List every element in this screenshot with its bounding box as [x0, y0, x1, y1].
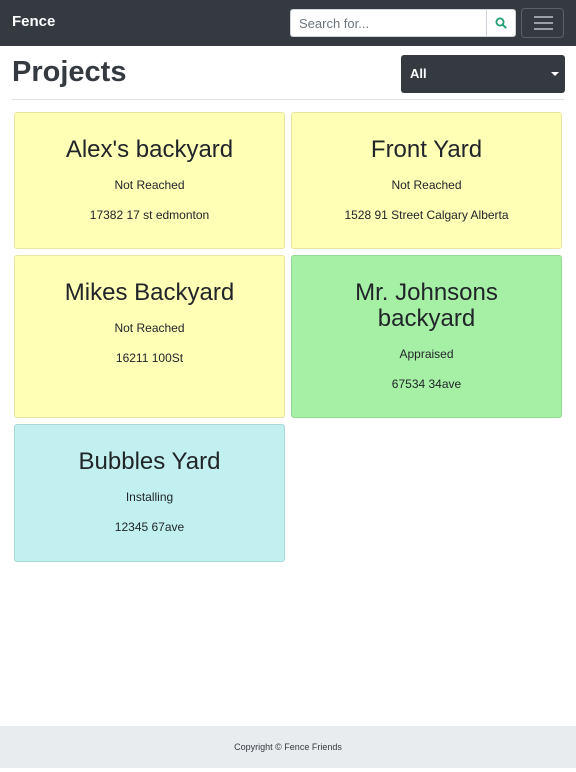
- header-divider: [12, 99, 564, 100]
- brand-link[interactable]: Fence: [12, 13, 55, 31]
- project-name: Mr. Johnsons backyard: [355, 279, 498, 332]
- project-name: Mikes Backyard: [64, 279, 235, 306]
- project-address: 12345 67ave: [114, 520, 185, 534]
- project-card[interactable]: Bubbles Yard Installing 12345 67ave: [14, 424, 285, 562]
- page-title: Projects: [12, 56, 127, 88]
- project-card[interactable]: Front Yard Not Reached 1528 91 Street Ca…: [291, 112, 562, 249]
- navbar: Fence: [0, 0, 576, 46]
- project-status: Not Reached: [114, 321, 185, 335]
- project-address: 16211 100St: [115, 351, 184, 365]
- search-input[interactable]: [290, 9, 486, 37]
- project-address: 67534 34ave: [391, 377, 462, 391]
- project-address: 1528 91 Street Calgary Alberta: [344, 208, 509, 222]
- project-name: Alex's backyard: [65, 136, 234, 163]
- project-status: Not Reached: [391, 178, 462, 192]
- project-card[interactable]: Mr. Johnsons backyard Appraised 67534 34…: [291, 255, 562, 418]
- project-card[interactable]: Mikes Backyard Not Reached 16211 100St: [14, 255, 285, 418]
- search-icon: [495, 17, 507, 29]
- footer: Copyright © Fence Friends: [0, 726, 576, 768]
- search-button[interactable]: [486, 9, 516, 37]
- project-name: Bubbles Yard: [78, 448, 221, 475]
- project-status: Not Reached: [114, 178, 185, 192]
- project-status: Installing: [125, 490, 174, 504]
- project-name: Front Yard: [370, 136, 483, 163]
- project-address: 17382 17 st edmonton: [89, 208, 210, 222]
- search-form: [290, 9, 517, 37]
- status-filter-value: All: [410, 66, 427, 81]
- project-status: Appraised: [399, 347, 454, 361]
- navbar-toggle-button[interactable]: [521, 8, 564, 38]
- project-card[interactable]: Alex's backyard Not Reached 17382 17 st …: [14, 112, 285, 249]
- caret-down-icon: [551, 72, 559, 76]
- status-filter-select[interactable]: All: [401, 55, 565, 93]
- hamburger-icon: [534, 16, 553, 31]
- footer-copyright: Copyright © Fence Friends: [234, 742, 342, 752]
